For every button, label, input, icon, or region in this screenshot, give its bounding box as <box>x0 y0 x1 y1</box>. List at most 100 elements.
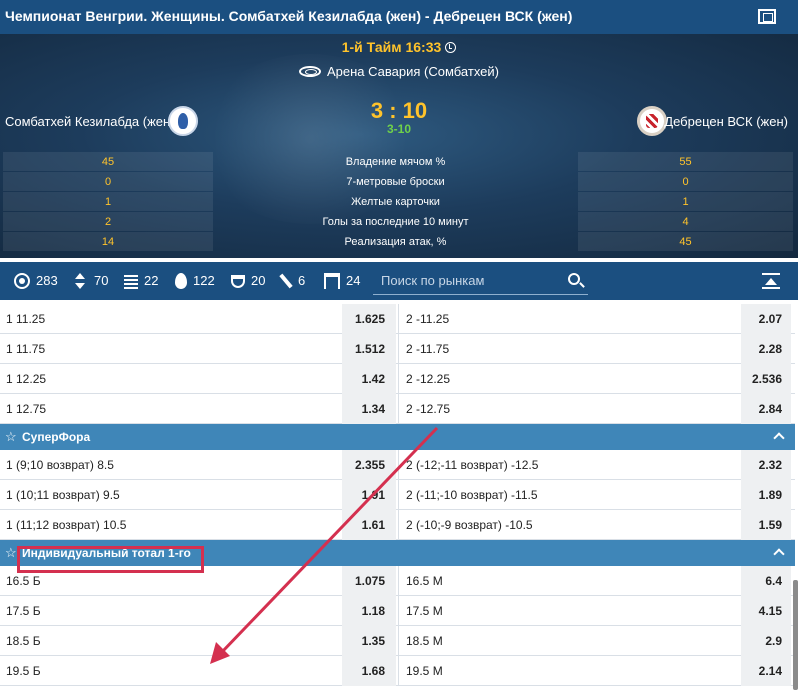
odds-button[interactable]: 2.9 <box>741 626 791 656</box>
filter-sticks[interactable]: 6 <box>278 262 305 300</box>
market-row: 17.5 Б 1.18 17.5 М 4.15 <box>0 596 795 626</box>
outcome-label: 2 -12.25 <box>406 372 451 386</box>
market-row: 1 (10;11 возврат) 9.5 1.91 2 (-11;-10 во… <box>0 480 795 510</box>
outcome-label: 18.5 Б <box>6 634 41 648</box>
odds-button[interactable]: 1.68 <box>342 656 396 686</box>
divider <box>398 394 399 424</box>
filter-statistics[interactable]: 22 <box>124 262 158 300</box>
stat-home-value: 0 <box>3 172 213 191</box>
odds-button[interactable]: 2.07 <box>741 304 791 334</box>
odds-button[interactable]: 2.84 <box>741 394 791 424</box>
stat-row: 0 7-метровые броски 0 <box>0 172 798 192</box>
stat-row: 45 Владение мячом % 55 <box>0 152 798 172</box>
match-stats: 45 Владение мячом % 55 0 7-метровые брос… <box>0 152 798 252</box>
filter-count: 70 <box>94 273 109 288</box>
filter-count: 122 <box>193 273 215 288</box>
star-icon[interactable]: ☆ <box>5 424 17 450</box>
market-row: 1 12.25 1.42 2 -12.25 2.536 <box>0 364 795 394</box>
divider <box>398 480 399 510</box>
odds-button[interactable]: 2.32 <box>741 450 791 480</box>
stat-label: Реализация атак, % <box>344 236 447 248</box>
outcome-label: 17.5 М <box>406 604 443 618</box>
outcome-label: 2 (-11;-10 возврат) -11.5 <box>406 488 538 502</box>
match-title: Чемпионат Венгрии. Женщины. Сомбатхей Ке… <box>5 8 573 24</box>
match-period: 1-й Тайм 16:33 <box>0 39 798 55</box>
chevron-up-icon[interactable] <box>773 548 785 560</box>
stat-away-value: 4 <box>578 212 793 231</box>
stat-away-value: 0 <box>578 172 793 191</box>
away-team-logo <box>637 106 667 136</box>
odds-button[interactable]: 1.625 <box>342 304 396 334</box>
odds-button[interactable]: 1.512 <box>342 334 396 364</box>
collapse-all-icon[interactable] <box>762 273 780 289</box>
outcome-label: 17.5 Б <box>6 604 41 618</box>
odds-button[interactable]: 2.355 <box>342 450 396 480</box>
clock-icon <box>445 42 457 53</box>
match-title-bar: Чемпионат Венгрии. Женщины. Сомбатхей Ке… <box>0 0 798 34</box>
odds-button[interactable]: 1.075 <box>342 566 396 596</box>
field-view-icon[interactable] <box>758 9 776 24</box>
trophy-icon <box>231 274 245 288</box>
odds-button[interactable]: 1.61 <box>342 510 396 540</box>
odds-button[interactable]: 2.14 <box>741 656 791 686</box>
filter-totals[interactable]: 70 <box>72 262 108 300</box>
market-row: 16.5 Б 1.075 16.5 М 6.4 <box>0 566 795 596</box>
filter-count: 283 <box>36 273 58 288</box>
market-row: 18.5 Б 1.35 18.5 М 2.9 <box>0 626 795 656</box>
outcome-label: 2 (-10;-9 возврат) -10.5 <box>406 518 533 532</box>
odds-button[interactable]: 1.59 <box>741 510 791 540</box>
search-icon[interactable] <box>568 273 580 285</box>
outcome-label: 19.5 М <box>406 664 443 678</box>
group-title: Индивидуальный тотал 1-го <box>22 546 191 560</box>
market-row: 1 11.75 1.512 2 -11.75 2.28 <box>0 334 795 364</box>
outcome-label: 16.5 Б <box>6 574 41 588</box>
divider <box>398 510 399 540</box>
outcome-label: 19.5 Б <box>6 664 41 678</box>
filter-popular[interactable]: 122 <box>175 262 215 300</box>
odds-button[interactable]: 2.536 <box>741 364 791 394</box>
market-row: 1 (11;12 возврат) 10.5 1.61 2 (-10;-9 во… <box>0 510 795 540</box>
odds-button[interactable]: 1.42 <box>342 364 396 394</box>
stat-label: Желтые карточки <box>351 196 440 208</box>
odds-button[interactable]: 1.34 <box>342 394 396 424</box>
divider <box>398 626 399 656</box>
venue-name: Арена Савария (Сомбатхей) <box>326 64 499 79</box>
outcome-label: 1 (10;11 возврат) 9.5 <box>6 488 120 502</box>
markets-list: 1 11.25 1.625 2 -11.25 2.07 1 11.75 1.51… <box>0 304 795 686</box>
divider <box>398 656 399 686</box>
odds-button[interactable]: 6.4 <box>741 566 791 596</box>
stat-away-value: 45 <box>578 232 793 251</box>
filter-cups[interactable]: 20 <box>231 262 265 300</box>
market-row: 1 12.75 1.34 2 -12.75 2.84 <box>0 394 795 424</box>
market-group-superfora[interactable]: ☆ СуперФора <box>0 424 795 450</box>
divider <box>398 364 399 394</box>
stat-label: Голы за последние 10 минут <box>322 216 469 228</box>
stat-label: Владение мячом % <box>345 156 446 168</box>
divider <box>398 596 399 626</box>
chevron-up-icon[interactable] <box>773 432 785 444</box>
odds-button[interactable]: 2.28 <box>741 334 791 364</box>
period-text: 1-й Тайм 16:33 <box>341 39 442 55</box>
market-search <box>373 267 588 295</box>
odds-button[interactable]: 1.18 <box>342 596 396 626</box>
outcome-label: 2 -11.75 <box>406 342 450 356</box>
stat-home-value: 45 <box>3 152 213 171</box>
odds-button[interactable]: 4.15 <box>741 596 791 626</box>
outcome-label: 2 (-12;-11 возврат) -12.5 <box>406 458 539 472</box>
star-icon[interactable]: ☆ <box>5 540 17 566</box>
scoreboard: 1-й Тайм 16:33 Арена Савария (Сомбатхей)… <box>0 34 798 258</box>
markets-toolbar: 283 70 22 122 20 6 24 <box>0 262 798 300</box>
outcome-label: 16.5 М <box>406 574 443 588</box>
stats-bars-icon <box>124 273 138 289</box>
odds-button[interactable]: 1.35 <box>342 626 396 656</box>
market-group-individual-total[interactable]: ☆ Индивидуальный тотал 1-го <box>0 540 795 566</box>
scrollbar[interactable] <box>793 580 798 690</box>
filter-goals[interactable]: 24 <box>324 262 360 300</box>
filter-all-markets[interactable]: 283 <box>14 262 58 300</box>
outcome-label: 2 -11.25 <box>406 312 450 326</box>
odds-button[interactable]: 1.91 <box>342 480 396 510</box>
stat-home-value: 14 <box>3 232 213 251</box>
market-search-input[interactable] <box>373 267 553 293</box>
odds-button[interactable]: 1.89 <box>741 480 791 510</box>
stat-away-value: 1 <box>578 192 793 211</box>
